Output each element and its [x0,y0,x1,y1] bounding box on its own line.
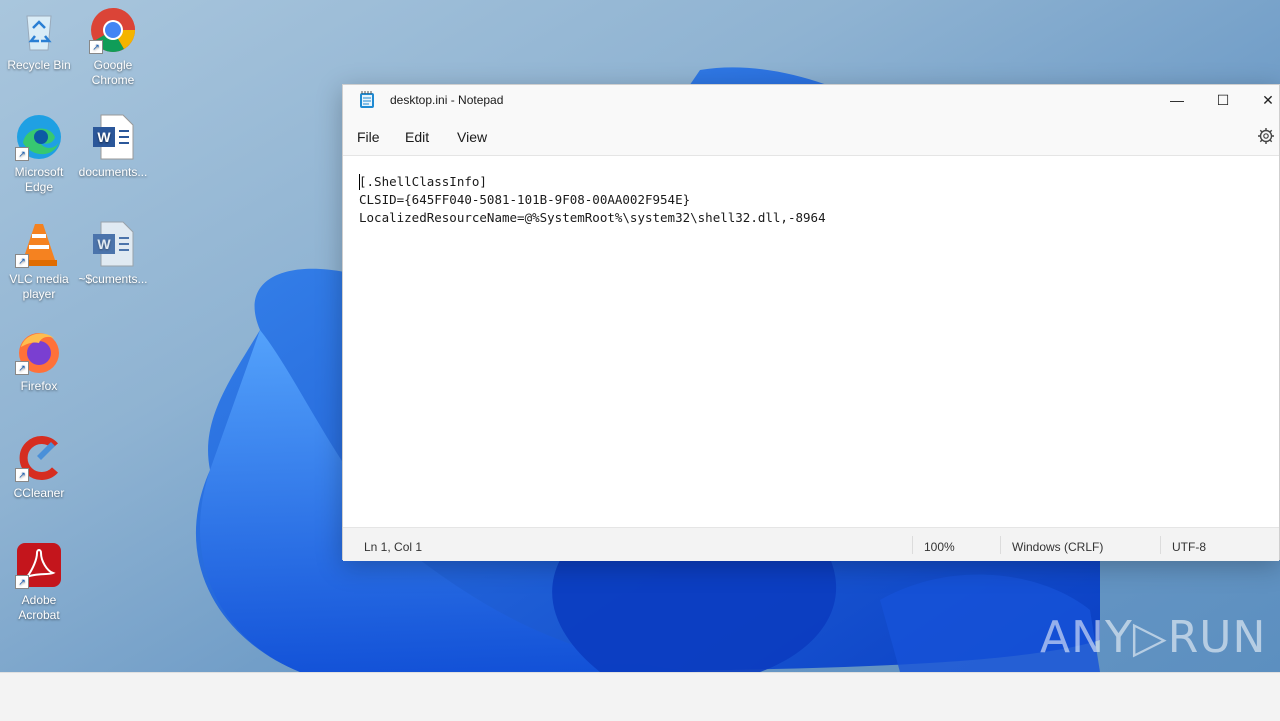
desktop-icon-ccleaner[interactable]: ↗ CCleaner [3,434,75,501]
status-zoom: 100% [924,540,955,554]
menu-view[interactable]: View [457,129,487,145]
close-button[interactable]: ✕ [1245,85,1280,115]
shortcut-arrow-icon: ↗ [15,254,29,268]
minimize-button[interactable]: — [1154,85,1200,115]
shortcut-arrow-icon: ↗ [15,147,29,161]
status-bar: Ln 1, Col 1 100% Windows (CRLF) UTF-8 [343,527,1279,561]
status-divider [1000,536,1001,554]
shortcut-arrow-icon: ↗ [15,361,29,375]
text-caret [359,174,360,190]
menu-bar: File Edit View [343,119,1279,153]
status-divider [912,536,913,554]
window-title: desktop.ini - Notepad [390,93,504,107]
svg-text:W: W [97,236,111,252]
desktop-icon-recycle-bin[interactable]: Recycle Bin [3,6,75,73]
svg-text:W: W [97,129,111,145]
shortcut-arrow-icon: ↗ [89,40,103,54]
notepad-icon [360,91,374,108]
anyrun-watermark: ANY▷RUN [1040,612,1267,663]
status-cursor-position: Ln 1, Col 1 [364,540,423,554]
desktop-icon-microsoft-edge[interactable]: ↗ Microsoft Edge [3,113,75,195]
menu-edit[interactable]: Edit [405,129,429,145]
desktop-icon-adobe-acrobat[interactable]: ↗ Adobe Acrobat [3,541,75,623]
recycle-bin-icon [26,15,52,51]
shortcut-arrow-icon: ↗ [15,468,29,482]
editor-content: [.ShellClassInfo] CLSID={645FF040-5081-1… [359,174,826,225]
maximize-icon: ☐ [1216,91,1230,108]
text-editor[interactable]: [.ShellClassInfo] CLSID={645FF040-5081-1… [343,155,1279,528]
word-document-icon: W [93,221,134,267]
status-encoding: UTF-8 [1172,540,1206,554]
title-bar[interactable]: desktop.ini - Notepad — ☐ ✕ [343,85,1279,115]
status-divider [1160,536,1161,554]
desktop-icon-vlc-media-player[interactable]: ↗ VLC media player [3,220,75,302]
gear-icon[interactable] [1257,127,1275,145]
desktop-icon-documents[interactable]: W documents... [77,113,149,180]
word-document-icon: W [93,114,134,160]
desktop-icon-firefox[interactable]: ↗ Firefox [3,327,75,394]
close-icon: ✕ [1262,91,1274,108]
shortcut-arrow-icon: ↗ [15,575,29,589]
status-line-ending: Windows (CRLF) [1012,540,1104,554]
taskbar [0,672,1280,721]
maximize-button[interactable]: ☐ [1200,85,1246,115]
desktop-icon-google-chrome[interactable]: ↗ Google Chrome [77,6,149,88]
desktop-icon-temp-documents[interactable]: W ~$cuments... [77,220,149,287]
minimize-icon: — [1170,92,1184,108]
menu-file[interactable]: File [357,129,380,145]
notepad-window[interactable]: desktop.ini - Notepad — ☐ ✕ File Edit Vi… [342,84,1280,561]
